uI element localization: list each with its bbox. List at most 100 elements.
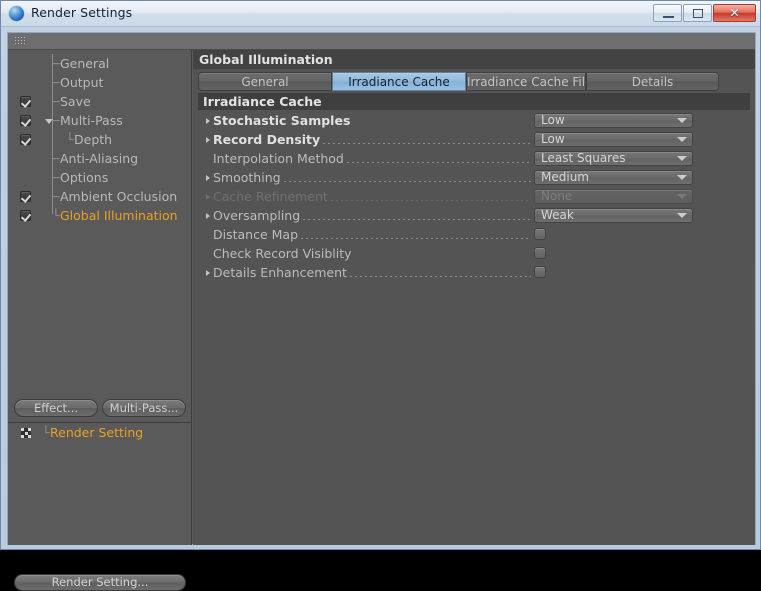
tree-connector: ─: [52, 151, 60, 166]
tree-item-save[interactable]: ─ Save: [8, 92, 192, 111]
expand-triangle-icon[interactable]: [206, 212, 210, 219]
tree-item-checkbox[interactable]: [20, 115, 31, 126]
leader-dots: [346, 162, 531, 163]
setting-label-cache-refinement: Cache Refinement: [213, 189, 328, 204]
chevron-down-icon[interactable]: [677, 118, 687, 123]
tree-item-output[interactable]: ─ Output: [8, 73, 192, 92]
tree-item-checkbox[interactable]: [20, 96, 31, 107]
maximize-button[interactable]: [683, 4, 712, 22]
checkbox-check-record-visiblity[interactable]: [534, 247, 546, 259]
setting-row-oversampling: Oversampling Weak: [193, 206, 755, 225]
chevron-down-icon[interactable]: [677, 137, 687, 142]
tab-general[interactable]: General: [198, 72, 332, 91]
toolbar-strip: [8, 33, 755, 50]
tree-connector: └: [42, 425, 50, 440]
tree-connector: ─: [52, 113, 60, 128]
render-setting-button[interactable]: Render Setting...: [14, 574, 186, 591]
close-icon: ✕: [729, 6, 740, 20]
chevron-down-icon[interactable]: [677, 156, 687, 161]
render-setting-object-label: Render Setting: [50, 425, 144, 440]
leader-dots: [330, 200, 531, 201]
tree-action-buttons: Effect... Multi-Pass...: [14, 399, 186, 417]
expand-triangle-icon[interactable]: [206, 117, 210, 124]
tree-item-label: Depth: [74, 132, 113, 147]
setting-label-details-enhancement: Details Enhancement: [213, 265, 347, 280]
minimize-button[interactable]: [653, 4, 682, 22]
render-setting-object-row[interactable]: └ Render Setting: [8, 425, 192, 441]
chevron-down-icon[interactable]: [677, 213, 687, 218]
window-title: Render Settings: [31, 5, 133, 20]
checkbox-distance-map[interactable]: [534, 228, 546, 240]
setting-row-distance-map: Distance Map: [193, 225, 755, 244]
tree-item-multi-pass[interactable]: ─ Multi-Pass: [8, 111, 192, 130]
select-oversampling[interactable]: Weak: [534, 208, 693, 223]
render-setting-icon: [21, 428, 31, 438]
tree-item-options[interactable]: ─ Options: [8, 168, 192, 187]
select-stochastic-samples[interactable]: Low: [534, 113, 693, 128]
tree-item-label: Save: [60, 94, 91, 109]
setting-row-record-density: Record Density Low: [193, 130, 755, 149]
select-interpolation-method[interactable]: Least Squares: [534, 151, 693, 166]
expand-triangle-icon[interactable]: [206, 174, 210, 181]
tree-item-label: Ambient Occlusion: [60, 189, 178, 204]
tree-item-global-illumination[interactable]: └ Global Illumination: [8, 206, 192, 225]
leader-dots: [323, 143, 531, 144]
tree-connector: ─: [52, 75, 60, 90]
checkbox-details-enhancement[interactable]: [534, 266, 546, 278]
setting-label-distance-map: Distance Map: [213, 227, 299, 242]
effect-button[interactable]: Effect...: [14, 399, 98, 417]
multi-pass-button[interactable]: Multi-Pass...: [102, 399, 186, 417]
panel-divider: [8, 422, 192, 423]
expand-triangle-icon[interactable]: [206, 193, 210, 200]
tab-irradiance-cache-file[interactable]: Irradiance Cache File: [466, 72, 592, 91]
tree-item-label: Anti-Aliasing: [60, 151, 139, 166]
setting-label-check-record-visiblity: Check Record Visiblity: [213, 246, 352, 261]
settings-tab-bar: General Irradiance Cache Irradiance Cache …: [198, 72, 719, 91]
tree-connector: └: [66, 132, 74, 147]
setting-row-stochastic-samples: Stochastic Samples Low: [193, 111, 755, 130]
expand-triangle-icon[interactable]: [206, 269, 210, 276]
tree-item-checkbox[interactable]: [20, 210, 31, 221]
expand-triangle-icon[interactable]: [206, 136, 210, 143]
minimize-icon: [663, 16, 674, 18]
select-record-density[interactable]: Low: [534, 132, 693, 147]
tree-item-general[interactable]: ─ General: [8, 54, 192, 73]
render-settings-tree: ─ General ─ Output ─ Save ─ Multi-Pass └ Depth ─ An…: [8, 54, 192, 225]
tab-details[interactable]: Details: [586, 72, 719, 91]
tree-connector: ─: [52, 94, 60, 109]
tree-item-checkbox[interactable]: [20, 134, 31, 145]
window-frame: Render Settings ✕ ─ General ─ Output ─ Save ─ M…: [0, 0, 761, 591]
setting-label-oversampling: Oversampling: [213, 208, 301, 223]
close-button[interactable]: ✕: [713, 4, 756, 22]
settings-panel: Global Illumination General Irradiance Ca…: [193, 50, 755, 545]
title-bar[interactable]: Render Settings ✕: [1, 1, 760, 27]
tree-panel: ─ General ─ Output ─ Save ─ Multi-Pass └ Depth ─ An…: [8, 50, 192, 591]
footer-button-wrap: Render Setting...: [14, 574, 186, 591]
setting-row-details-enhancement: Details Enhancement: [193, 263, 755, 282]
setting-label-record-density: Record Density: [213, 132, 321, 147]
setting-row-cache-refinement: Cache Refinement None: [193, 187, 755, 206]
tree-item-ambient-occlusion[interactable]: ─ Ambient Occlusion: [8, 187, 192, 206]
leader-dots: [303, 219, 531, 220]
tree-item-checkbox[interactable]: [20, 191, 31, 202]
window-controls: ✕: [653, 4, 756, 22]
drag-handle-icon[interactable]: [14, 36, 27, 46]
chevron-down-icon[interactable]: [677, 175, 687, 180]
group-header: Irradiance Cache: [198, 93, 750, 110]
chevron-down-icon[interactable]: [677, 194, 687, 199]
page-title: Global Illumination: [193, 50, 755, 69]
setting-row-smoothing: Smoothing Medium: [193, 168, 755, 187]
setting-label-stochastic-samples: Stochastic Samples: [213, 113, 351, 128]
tab-irradiance-cache[interactable]: Irradiance Cache: [332, 72, 466, 91]
tree-item-label: Global Illumination: [60, 208, 178, 223]
select-cache-refinement[interactable]: None: [534, 189, 693, 204]
tree-connector: ─: [52, 56, 60, 71]
setting-label-interpolation-method: Interpolation Method: [213, 151, 344, 166]
select-smoothing[interactable]: Medium: [534, 170, 693, 185]
settings-rows: Stochastic Samples Low Record Density Low In…: [193, 111, 755, 282]
tree-item-label: Options: [60, 170, 109, 185]
tree-connector: └: [52, 208, 60, 223]
leader-dots: [301, 238, 531, 239]
tree-item-anti-aliasing[interactable]: ─ Anti-Aliasing: [8, 149, 192, 168]
tree-item-depth[interactable]: └ Depth: [8, 130, 192, 149]
